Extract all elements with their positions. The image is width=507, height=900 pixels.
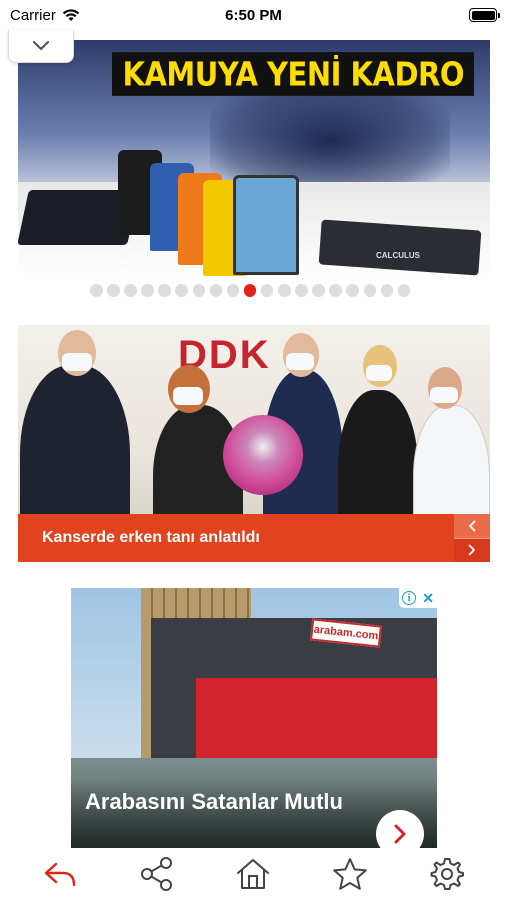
slider-dot[interactable] (107, 284, 120, 297)
home-button[interactable] (229, 852, 277, 896)
news-next-button[interactable] (454, 537, 490, 562)
collapse-button[interactable] (8, 30, 74, 63)
slider-dot[interactable] (260, 284, 274, 297)
news-person-mask (366, 365, 392, 381)
share-icon (140, 857, 172, 891)
news-card[interactable]: DDK Kanserde erken tanı anlatıldı (18, 325, 490, 562)
news-caption-text: Kanserde erken tanı anlatıldı (42, 529, 260, 546)
news-person-mask (430, 387, 458, 403)
gear-icon (430, 858, 464, 890)
slider-dot[interactable] (158, 284, 171, 297)
star-icon (333, 858, 367, 890)
headline-slider[interactable]: CALCULUS KAMUYA YENİ KADRO (18, 40, 490, 277)
slider-dot[interactable] (226, 284, 240, 297)
slider-dot[interactable] (295, 284, 308, 297)
advertisement[interactable]: arabam.com i ✕ Arabasını Satanlar Mutlu (71, 588, 437, 848)
reply-arrow-icon (45, 862, 76, 887)
slider-dot[interactable] (192, 284, 206, 297)
news-prev-button[interactable] (454, 514, 490, 538)
status-left: Carrier (10, 7, 80, 24)
chevron-down-icon (32, 40, 50, 51)
wifi-icon (62, 9, 80, 21)
news-person-mask (173, 387, 203, 405)
ad-choices[interactable]: i ✕ (399, 588, 437, 608)
calculator-label: CALCULUS (376, 251, 420, 260)
news-nav (454, 514, 490, 562)
slider-dot[interactable] (312, 284, 325, 297)
slider-dot[interactable] (90, 284, 103, 297)
carrier-label: Carrier (10, 6, 56, 24)
slider-dot[interactable] (175, 284, 188, 297)
share-button[interactable] (133, 852, 181, 896)
ad-title: Arabasını Satanlar Mutlu (85, 789, 343, 814)
slider-dot[interactable] (209, 284, 223, 297)
chevron-right-icon (394, 824, 406, 844)
news-bouquet (223, 415, 303, 495)
stamp-lightblue (233, 175, 299, 275)
slider-dot[interactable] (363, 284, 376, 297)
bottom-tab-bar (0, 848, 507, 900)
chevron-right-icon (468, 544, 475, 556)
news-person-mask (286, 353, 314, 370)
slider-pagination[interactable] (90, 284, 411, 297)
slider-dot-active[interactable] (243, 284, 257, 297)
slider-dot[interactable] (346, 284, 359, 297)
slider-dot[interactable] (380, 284, 394, 297)
back-button[interactable] (36, 852, 84, 896)
slider-dot[interactable] (329, 284, 342, 297)
favorite-button[interactable] (326, 852, 374, 896)
chevron-left-icon (469, 520, 476, 532)
slider-headline: KAMUYA YENİ KADRO (112, 52, 474, 96)
status-bar: Carrier 6:50 PM (0, 0, 507, 30)
battery-icon (469, 8, 500, 22)
slider-dot[interactable] (124, 284, 137, 297)
settings-button[interactable] (423, 852, 471, 896)
news-caption[interactable]: Kanserde erken tanı anlatıldı (18, 514, 454, 562)
ad-store-windows (196, 678, 437, 768)
info-icon[interactable]: i (402, 591, 417, 605)
slider-dot[interactable] (278, 284, 291, 297)
slider-dot[interactable] (397, 284, 411, 297)
news-person-mask (62, 353, 92, 371)
slider-dot[interactable] (141, 284, 154, 297)
home-icon (237, 859, 270, 889)
close-icon[interactable]: ✕ (422, 591, 434, 605)
